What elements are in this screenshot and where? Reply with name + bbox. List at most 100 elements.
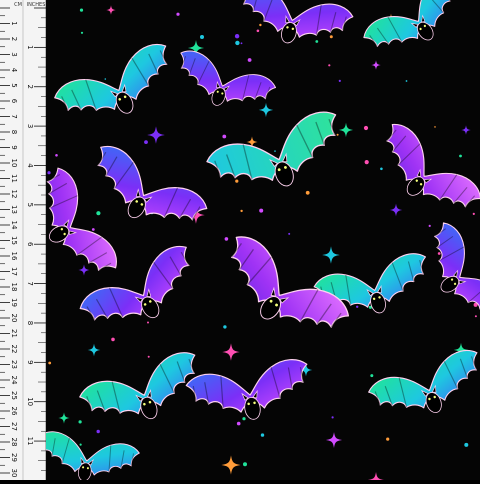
ruler-cm-label: 23: [10, 360, 18, 369]
confetti-dot: [260, 433, 265, 437]
confetti-dot: [234, 34, 240, 39]
confetti-dot: [259, 23, 262, 27]
confetti-dot: [79, 443, 82, 446]
ruler-cm-label: 20: [10, 314, 18, 323]
confetti-dot: [242, 417, 246, 421]
ruler-cm-label: 25: [10, 391, 18, 400]
confetti-dot: [144, 140, 148, 145]
ruler-cm-label: 1: [10, 21, 18, 25]
ruler-inch-label: 4: [26, 163, 34, 168]
fabric-swatch: CM 1 2 3 4 5 6 7 8 9 10 11 12 13 14 15 16 17 18 19 20 21 22 23 2…: [0, 0, 480, 481]
ruler-cm-label: 3: [10, 52, 18, 56]
confetti-dot: [223, 325, 227, 329]
confetti-dot: [331, 416, 334, 419]
ruler-cm-label: 30: [10, 469, 18, 478]
confetti-dot: [338, 79, 341, 82]
ruler-cm-label: 22: [10, 345, 18, 354]
ruler-inch-unit: INCHES: [27, 2, 46, 8]
confetti-dot: [274, 150, 276, 152]
confetti-dot: [256, 29, 260, 33]
ruler-cm-label: 13: [10, 205, 18, 214]
confetti-dot: [222, 134, 227, 139]
ruler-inch-label: 11: [26, 437, 34, 446]
confetti-dot: [224, 237, 229, 241]
confetti-dot: [288, 232, 291, 235]
ruler-scale: CM12345678910111213141516171819202122232…: [0, 0, 46, 481]
confetti-dot: [380, 167, 383, 171]
measuring-ruler: CM 1 2 3 4 5 6 7 8 9 10 11 12 13 14 15 16 17 18 19 20 21 22 23 2…: [0, 0, 46, 481]
confetti-dot: [48, 361, 52, 365]
confetti-dot: [356, 305, 359, 308]
ruler-cm-label: 18: [10, 283, 18, 292]
confetti-dot: [79, 8, 84, 12]
ruler-inch-label: 5: [26, 203, 34, 207]
ruler-cm-label: 27: [10, 422, 18, 431]
confetti-dot: [240, 209, 243, 213]
confetti-dot: [259, 208, 264, 213]
confetti-dot: [104, 78, 107, 80]
ruler-cm-label: 6: [10, 99, 18, 104]
confetti-dot: [91, 228, 95, 231]
ruler-cm-label: 8: [10, 130, 18, 134]
ruler-cm-label: 7: [10, 114, 18, 118]
confetti-dot: [235, 40, 240, 46]
confetti-dot: [240, 42, 243, 45]
confetti-dot: [243, 462, 247, 467]
ruler-cm-label: 10: [10, 159, 18, 168]
ruler-cm-label: 28: [10, 438, 18, 447]
confetti-dot: [405, 80, 408, 82]
ruler-cm-unit: CM: [14, 2, 22, 8]
confetti-dot: [464, 442, 469, 447]
confetti-dot: [474, 315, 477, 318]
confetti-dot: [472, 212, 475, 215]
ruler-inch-label: 6: [26, 242, 34, 247]
ruler-cm-label: 15: [10, 236, 18, 245]
ruler-inch-label: 7: [26, 281, 34, 285]
ruler-inch-label: 10: [26, 397, 34, 406]
ruler-cm-label: 5: [10, 83, 18, 87]
confetti-dot: [363, 125, 369, 131]
confetti-dot: [315, 40, 319, 43]
confetti-dot: [47, 171, 51, 175]
ruler-cm-label: 14: [10, 221, 18, 230]
confetti-dot: [437, 252, 441, 255]
ruler-inch-label: 8: [26, 321, 34, 325]
confetti-dot: [80, 31, 84, 34]
confetti-dot: [235, 179, 239, 183]
confetti-dot: [305, 190, 310, 195]
ruler-cm-label: 24: [10, 376, 18, 385]
confetti-dot: [386, 437, 390, 441]
ruler-cm-label: 19: [10, 298, 18, 307]
confetti-dot: [147, 321, 149, 324]
confetti-dot: [96, 211, 101, 216]
ruler-cm-label: 9: [10, 145, 18, 149]
confetti-dot: [428, 224, 431, 227]
ruler-cm-label: 16: [10, 252, 18, 261]
confetti-dot: [111, 337, 115, 342]
ruler-cm-label: 11: [10, 174, 18, 183]
ruler-cm-label: 21: [10, 329, 18, 338]
confetti-dot: [176, 12, 180, 16]
confetti-dot: [55, 154, 58, 157]
ruler-cm-label: 29: [10, 453, 18, 462]
confetti-dot: [336, 133, 339, 136]
confetti-dot: [328, 64, 331, 67]
ruler-inch-label: 3: [26, 124, 34, 128]
ruler-cm-label: 26: [10, 407, 18, 416]
confetti-dot: [370, 374, 374, 378]
confetti-dot: [434, 126, 436, 128]
pattern-canvas: [46, 0, 480, 480]
confetti-dot: [247, 58, 252, 62]
confetti-dot: [459, 154, 462, 158]
ruler-inch-label: 9: [26, 360, 34, 364]
ruler-cm-label: 2: [10, 37, 18, 41]
ruler-inch-label: 1: [26, 45, 34, 49]
confetti-dot: [364, 160, 369, 165]
ruler-cm-label: 17: [10, 267, 18, 276]
bat-pattern: [46, 0, 480, 480]
ruler-cm-label: 12: [10, 190, 18, 199]
confetti-dot: [329, 35, 333, 39]
confetti-dot: [200, 35, 204, 39]
ruler-cm-label: 4: [10, 68, 18, 73]
confetti-dot: [96, 429, 100, 434]
